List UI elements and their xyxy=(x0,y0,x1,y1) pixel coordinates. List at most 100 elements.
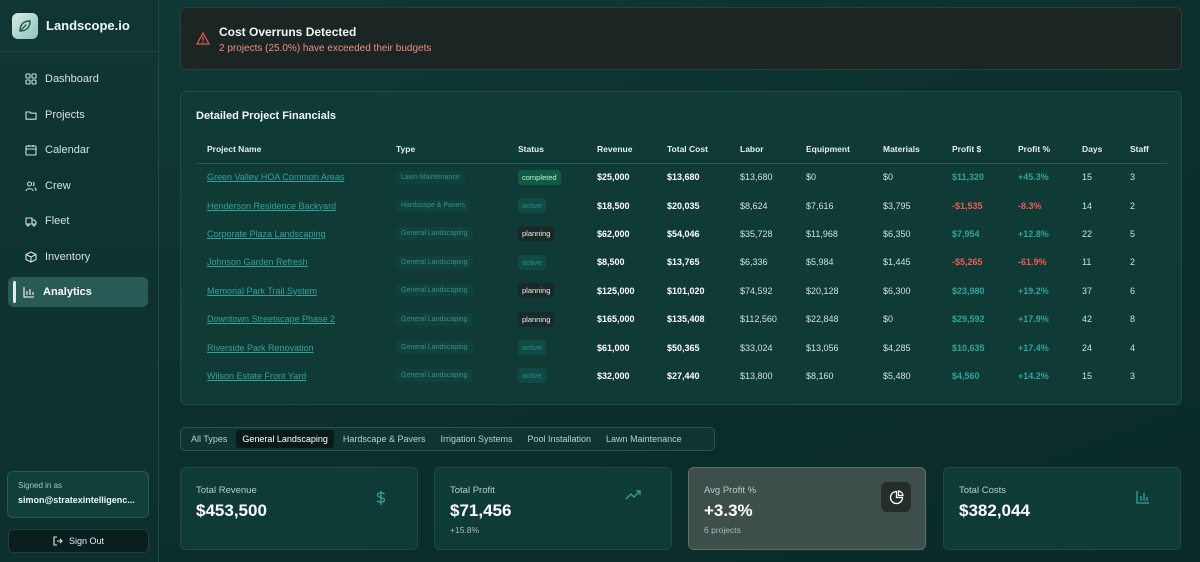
sidebar-item-fleet[interactable]: Fleet xyxy=(10,206,148,236)
brand[interactable]: Landscope.io xyxy=(0,0,158,52)
equipment-cell: $0 xyxy=(806,172,817,183)
sidebar-item-label: Analytics xyxy=(43,286,92,298)
days-cell: 42 xyxy=(1082,314,1093,325)
profit-cell: -$1,535 xyxy=(952,200,983,211)
revenue-cell: $32,000 xyxy=(597,370,630,381)
tab-pool-installation[interactable]: Pool Installation xyxy=(522,430,598,448)
alert-title: Cost Overruns Detected xyxy=(219,25,357,39)
profit-pct-cell: -8.3% xyxy=(1018,200,1042,211)
dollar-icon xyxy=(375,490,387,506)
tab-general-landscaping[interactable]: General Landscaping xyxy=(236,430,334,448)
brand-name: Landscope.io xyxy=(46,18,130,33)
project-type-badge-cell: General Landscaping xyxy=(386,277,508,305)
column-header[interactable]: Days xyxy=(1072,135,1120,164)
revenue-cell: $62,000 xyxy=(597,228,630,239)
column-header[interactable]: Profit % xyxy=(1008,135,1072,164)
stat-label: Total Revenue xyxy=(196,485,257,496)
total-cost-cell: $27,440 xyxy=(667,370,700,381)
status-badge: planning xyxy=(518,283,555,299)
equipment-cell: $5,984 xyxy=(806,257,834,268)
sidebar-item-calendar[interactable]: Calendar xyxy=(10,135,148,165)
materials-cell: $0 xyxy=(883,172,894,183)
stat-value: +3.3% xyxy=(704,501,753,520)
equipment-cell: $11,968 xyxy=(806,228,838,239)
project-type-badge: Lawn Maintenance xyxy=(396,170,465,184)
column-header[interactable]: Status xyxy=(508,135,587,164)
table-row: Henderson Residence Backyard Hardscape & … xyxy=(197,191,1167,219)
column-header[interactable]: Type xyxy=(386,135,508,164)
total-cost-cell: $13,765 xyxy=(667,257,700,268)
project-type-badge-cell: Hardscape & Pavers xyxy=(386,191,508,219)
financials-table-body: Green Valley HOA Common Areas Lawn Mainte… xyxy=(197,163,1167,390)
column-header[interactable]: Equipment xyxy=(796,135,873,164)
project-name-link[interactable]: Henderson Residence Backyard xyxy=(197,191,386,219)
labor-cell: $35,728 xyxy=(740,228,773,239)
status-badge: completed xyxy=(518,169,561,185)
sidebar-item-crew[interactable]: Crew xyxy=(10,171,148,201)
days-cell: 15 xyxy=(1082,370,1093,381)
project-name-link[interactable]: Downtown Streetscape Phase 2 xyxy=(197,305,386,333)
profit-pct-cell: +45.3% xyxy=(1018,172,1049,183)
status-badge: active xyxy=(518,340,546,356)
tab-irrigation-systems[interactable]: Irrigation Systems xyxy=(434,430,518,448)
table-row: Green Valley HOA Common Areas Lawn Mainte… xyxy=(197,163,1167,191)
profit-pct-cell: +17.9% xyxy=(1018,314,1049,325)
status-badge-cell: active xyxy=(508,191,587,219)
project-type-badge-cell: General Landscaping xyxy=(386,248,508,276)
tab-all-types[interactable]: All Types xyxy=(185,430,233,448)
stat-card-total-profit: Total Profit $71,456 +15.8% xyxy=(434,467,672,550)
sidebar-nav: Dashboard Projects Calendar Crew Fleet I… xyxy=(0,52,158,307)
staff-cell: 3 xyxy=(1130,172,1136,183)
sidebar: Landscope.io Dashboard Projects Calendar… xyxy=(0,0,159,562)
project-type-badge: General Landscaping xyxy=(396,369,473,383)
column-header[interactable]: Revenue xyxy=(587,135,657,164)
profit-pct-cell: +19.2% xyxy=(1018,285,1049,296)
sidebar-item-analytics[interactable]: Analytics xyxy=(8,277,148,307)
status-badge: active xyxy=(518,368,546,384)
profit-pct-cell: +14.2% xyxy=(1018,370,1049,381)
sidebar-item-projects[interactable]: Projects xyxy=(10,100,148,130)
column-header[interactable]: Project Name xyxy=(197,135,386,164)
equipment-cell: $13,056 xyxy=(806,342,839,353)
project-name-link[interactable]: Corporate Plaza Landscaping xyxy=(197,220,386,248)
signed-in-label: Signed in as xyxy=(18,481,63,490)
column-header[interactable]: Materials xyxy=(873,135,942,164)
staff-cell: 4 xyxy=(1130,342,1136,353)
labor-cell: $13,680 xyxy=(740,172,773,183)
staff-cell: 2 xyxy=(1130,200,1136,211)
project-name-link[interactable]: Riverside Park Renovation xyxy=(197,333,386,361)
users-icon xyxy=(24,179,38,193)
tab-lawn-maintenance[interactable]: Lawn Maintenance xyxy=(600,430,688,448)
grid-icon xyxy=(24,72,38,86)
sidebar-item-dashboard[interactable]: Dashboard xyxy=(10,64,148,94)
bar-chart-icon xyxy=(22,285,36,299)
tab-hardscape-pavers[interactable]: Hardscape & Pavers xyxy=(337,430,432,448)
column-header[interactable]: Total Cost xyxy=(657,135,730,164)
project-type-badge: General Landscaping xyxy=(396,312,473,326)
equipment-cell: $7,616 xyxy=(806,200,834,211)
days-cell: 22 xyxy=(1082,228,1093,239)
project-name-link[interactable]: Wilson Estate Front Yard xyxy=(197,362,386,390)
column-header[interactable]: Profit $ xyxy=(942,135,1008,164)
sidebar-item-inventory[interactable]: Inventory xyxy=(10,242,148,272)
sidebar-item-label: Crew xyxy=(45,179,71,192)
box-icon xyxy=(24,250,38,264)
staff-cell: 3 xyxy=(1130,370,1136,381)
status-badge-cell: active xyxy=(508,248,587,276)
profit-cell: $29,592 xyxy=(952,314,985,325)
sign-out-button[interactable]: Sign Out xyxy=(8,529,149,553)
revenue-cell: $165,000 xyxy=(597,314,635,325)
table-row: Riverside Park Renovation General Landsca… xyxy=(197,333,1167,361)
profit-cell: $7,954 xyxy=(952,228,980,239)
column-header[interactable]: Staff xyxy=(1120,135,1167,164)
user-email: simon@stratexintelligenc... xyxy=(18,495,135,505)
status-badge-cell: active xyxy=(508,333,587,361)
sidebar-item-label: Inventory xyxy=(45,250,91,263)
project-name-link[interactable]: Memorial Park Trail System xyxy=(197,277,386,305)
column-header[interactable]: Labor xyxy=(730,135,796,164)
days-cell: 11 xyxy=(1082,257,1092,268)
project-name-link[interactable]: Johnson Garden Refresh xyxy=(197,248,386,276)
days-cell: 37 xyxy=(1082,285,1093,296)
table-row: Corporate Plaza Landscaping General Lands… xyxy=(197,220,1167,248)
project-name-link[interactable]: Green Valley HOA Common Areas xyxy=(197,163,386,191)
